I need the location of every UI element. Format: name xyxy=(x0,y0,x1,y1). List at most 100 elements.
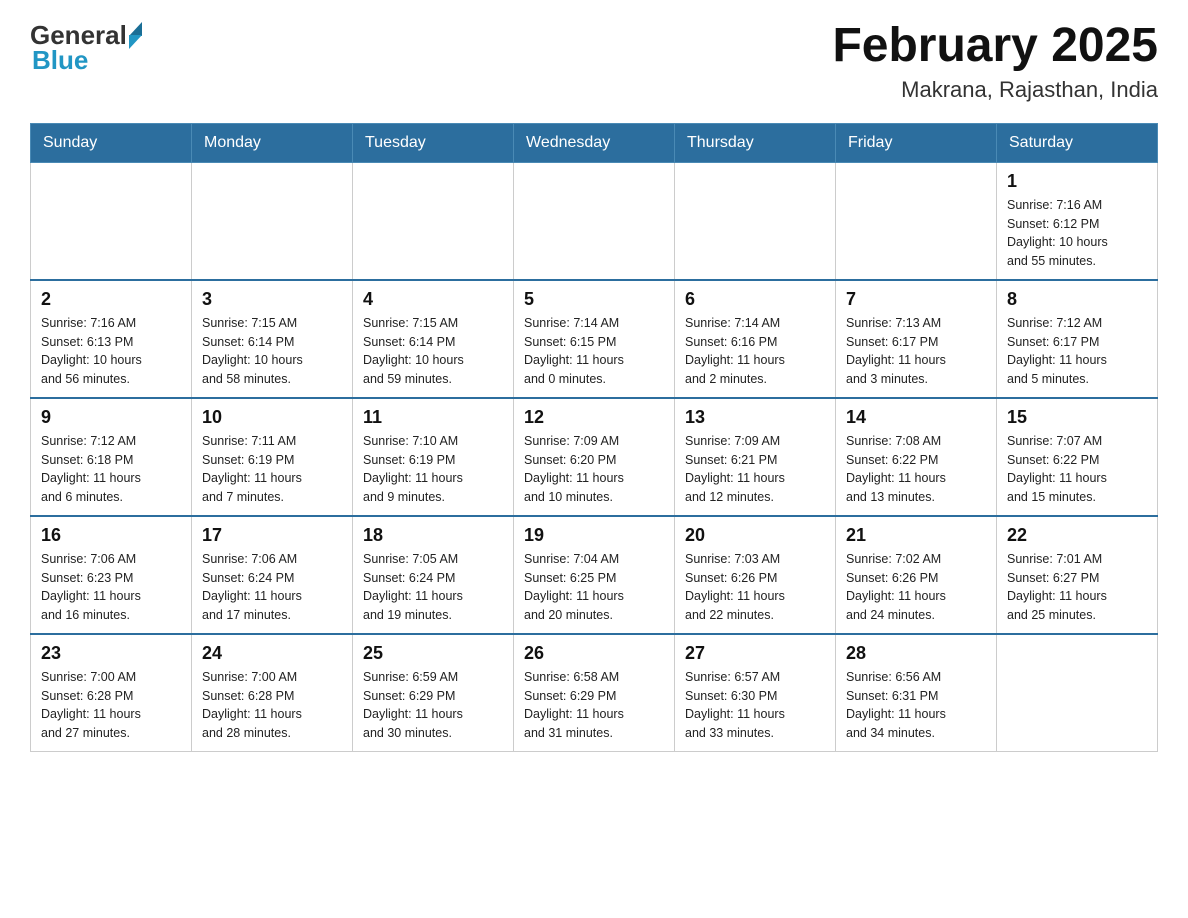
day-number: 14 xyxy=(846,407,986,428)
day-number: 13 xyxy=(685,407,825,428)
calendar-day-cell: 17 Sunrise: 7:06 AM Sunset: 6:24 PM Dayli… xyxy=(192,516,353,634)
calendar-day-cell: 1Sunrise: 7:16 AM Sunset: 6:12 PM Daylig… xyxy=(997,162,1158,280)
calendar-day-cell xyxy=(514,162,675,280)
day-number: 9 xyxy=(41,407,181,428)
day-info: Sunrise: 7:05 AM Sunset: 6:24 PM Dayligh… xyxy=(363,550,503,625)
day-info: Sunrise: 7:08 AM Sunset: 6:22 PM Dayligh… xyxy=(846,432,986,507)
calendar-week-row: 9 Sunrise: 7:12 AM Sunset: 6:18 PM Daylig… xyxy=(31,398,1158,516)
day-number: 23 xyxy=(41,643,181,664)
day-number: 21 xyxy=(846,525,986,546)
day-info: Sunrise: 6:56 AM Sunset: 6:31 PM Dayligh… xyxy=(846,668,986,743)
day-number: 27 xyxy=(685,643,825,664)
day-info: Sunrise: 6:58 AM Sunset: 6:29 PM Dayligh… xyxy=(524,668,664,743)
day-info: Sunrise: 7:11 AM Sunset: 6:19 PM Dayligh… xyxy=(202,432,342,507)
calendar-day-header: Monday xyxy=(192,123,353,162)
day-number: 24 xyxy=(202,643,342,664)
day-info: Sunrise: 7:14 AM Sunset: 6:16 PM Dayligh… xyxy=(685,314,825,389)
day-info: Sunrise: 7:07 AM Sunset: 6:22 PM Dayligh… xyxy=(1007,432,1147,507)
day-number: 17 xyxy=(202,525,342,546)
calendar-day-cell: 27 Sunrise: 6:57 AM Sunset: 6:30 PM Dayli… xyxy=(675,634,836,752)
calendar-day-cell: 25 Sunrise: 6:59 AM Sunset: 6:29 PM Dayli… xyxy=(353,634,514,752)
day-info: Sunrise: 7:00 AM Sunset: 6:28 PM Dayligh… xyxy=(41,668,181,743)
day-info: Sunrise: 6:57 AM Sunset: 6:30 PM Dayligh… xyxy=(685,668,825,743)
day-info: Sunrise: 7:12 AM Sunset: 6:18 PM Dayligh… xyxy=(41,432,181,507)
calendar-day-cell: 24 Sunrise: 7:00 AM Sunset: 6:28 PM Dayli… xyxy=(192,634,353,752)
day-number: 6 xyxy=(685,289,825,310)
calendar-day-header: Saturday xyxy=(997,123,1158,162)
day-info: Sunrise: 7:06 AM Sunset: 6:23 PM Dayligh… xyxy=(41,550,181,625)
day-number: 22 xyxy=(1007,525,1147,546)
calendar-day-header: Tuesday xyxy=(353,123,514,162)
calendar-day-cell: 20Sunrise: 7:03 AM Sunset: 6:26 PM Dayli… xyxy=(675,516,836,634)
calendar-day-cell: 6 Sunrise: 7:14 AM Sunset: 6:16 PM Daylig… xyxy=(675,280,836,398)
calendar-day-header: Sunday xyxy=(31,123,192,162)
calendar-day-cell: 16Sunrise: 7:06 AM Sunset: 6:23 PM Dayli… xyxy=(31,516,192,634)
calendar-day-cell: 9 Sunrise: 7:12 AM Sunset: 6:18 PM Daylig… xyxy=(31,398,192,516)
day-number: 28 xyxy=(846,643,986,664)
day-info: Sunrise: 7:06 AM Sunset: 6:24 PM Dayligh… xyxy=(202,550,342,625)
calendar-day-cell: 14 Sunrise: 7:08 AM Sunset: 6:22 PM Dayli… xyxy=(836,398,997,516)
page-header: General Blue February 2025 Makrana, Raja… xyxy=(30,20,1158,103)
location: Makrana, Rajasthan, India xyxy=(832,77,1158,103)
calendar-day-cell: 12Sunrise: 7:09 AM Sunset: 6:20 PM Dayli… xyxy=(514,398,675,516)
calendar-day-cell: 10 Sunrise: 7:11 AM Sunset: 6:19 PM Dayli… xyxy=(192,398,353,516)
calendar-day-header: Thursday xyxy=(675,123,836,162)
day-info: Sunrise: 7:15 AM Sunset: 6:14 PM Dayligh… xyxy=(202,314,342,389)
calendar-day-cell xyxy=(31,162,192,280)
calendar-week-row: 2Sunrise: 7:16 AM Sunset: 6:13 PM Daylig… xyxy=(31,280,1158,398)
logo: General Blue xyxy=(30,20,142,76)
calendar-header-row: SundayMondayTuesdayWednesdayThursdayFrid… xyxy=(31,123,1158,162)
logo-blue-text: Blue xyxy=(32,45,88,76)
day-info: Sunrise: 6:59 AM Sunset: 6:29 PM Dayligh… xyxy=(363,668,503,743)
calendar-day-cell: 4 Sunrise: 7:15 AM Sunset: 6:14 PM Daylig… xyxy=(353,280,514,398)
day-info: Sunrise: 7:04 AM Sunset: 6:25 PM Dayligh… xyxy=(524,550,664,625)
calendar-day-cell xyxy=(675,162,836,280)
day-info: Sunrise: 7:10 AM Sunset: 6:19 PM Dayligh… xyxy=(363,432,503,507)
month-title: February 2025 xyxy=(832,20,1158,73)
day-info: Sunrise: 7:15 AM Sunset: 6:14 PM Dayligh… xyxy=(363,314,503,389)
calendar-day-cell: 2Sunrise: 7:16 AM Sunset: 6:13 PM Daylig… xyxy=(31,280,192,398)
day-number: 7 xyxy=(846,289,986,310)
day-number: 10 xyxy=(202,407,342,428)
day-number: 2 xyxy=(41,289,181,310)
day-number: 8 xyxy=(1007,289,1147,310)
calendar-day-cell xyxy=(997,634,1158,752)
day-number: 3 xyxy=(202,289,342,310)
calendar-day-header: Wednesday xyxy=(514,123,675,162)
calendar-day-cell xyxy=(836,162,997,280)
day-number: 4 xyxy=(363,289,503,310)
calendar-week-row: 1Sunrise: 7:16 AM Sunset: 6:12 PM Daylig… xyxy=(31,162,1158,280)
calendar-day-cell xyxy=(192,162,353,280)
calendar-week-row: 16Sunrise: 7:06 AM Sunset: 6:23 PM Dayli… xyxy=(31,516,1158,634)
calendar-day-cell xyxy=(353,162,514,280)
day-number: 15 xyxy=(1007,407,1147,428)
day-info: Sunrise: 7:16 AM Sunset: 6:12 PM Dayligh… xyxy=(1007,196,1147,271)
calendar-day-cell: 3 Sunrise: 7:15 AM Sunset: 6:14 PM Daylig… xyxy=(192,280,353,398)
calendar-day-cell: 26 Sunrise: 6:58 AM Sunset: 6:29 PM Dayli… xyxy=(514,634,675,752)
day-info: Sunrise: 7:01 AM Sunset: 6:27 PM Dayligh… xyxy=(1007,550,1147,625)
calendar-day-cell: 22 Sunrise: 7:01 AM Sunset: 6:27 PM Dayli… xyxy=(997,516,1158,634)
calendar-day-cell: 5 Sunrise: 7:14 AM Sunset: 6:15 PM Daylig… xyxy=(514,280,675,398)
calendar-day-cell: 21Sunrise: 7:02 AM Sunset: 6:26 PM Dayli… xyxy=(836,516,997,634)
calendar-day-cell: 11 Sunrise: 7:10 AM Sunset: 6:19 PM Dayli… xyxy=(353,398,514,516)
day-info: Sunrise: 7:12 AM Sunset: 6:17 PM Dayligh… xyxy=(1007,314,1147,389)
day-info: Sunrise: 7:00 AM Sunset: 6:28 PM Dayligh… xyxy=(202,668,342,743)
day-number: 5 xyxy=(524,289,664,310)
day-number: 26 xyxy=(524,643,664,664)
day-number: 25 xyxy=(363,643,503,664)
day-info: Sunrise: 7:09 AM Sunset: 6:21 PM Dayligh… xyxy=(685,432,825,507)
calendar-table: SundayMondayTuesdayWednesdayThursdayFrid… xyxy=(30,123,1158,752)
day-info: Sunrise: 7:13 AM Sunset: 6:17 PM Dayligh… xyxy=(846,314,986,389)
day-number: 11 xyxy=(363,407,503,428)
calendar-day-header: Friday xyxy=(836,123,997,162)
title-block: February 2025 Makrana, Rajasthan, India xyxy=(832,20,1158,103)
calendar-day-cell: 28 Sunrise: 6:56 AM Sunset: 6:31 PM Dayli… xyxy=(836,634,997,752)
day-number: 18 xyxy=(363,525,503,546)
day-info: Sunrise: 7:14 AM Sunset: 6:15 PM Dayligh… xyxy=(524,314,664,389)
day-number: 12 xyxy=(524,407,664,428)
day-number: 19 xyxy=(524,525,664,546)
calendar-day-cell: 13 Sunrise: 7:09 AM Sunset: 6:21 PM Dayli… xyxy=(675,398,836,516)
calendar-day-cell: 18 Sunrise: 7:05 AM Sunset: 6:24 PM Dayli… xyxy=(353,516,514,634)
calendar-day-cell: 8 Sunrise: 7:12 AM Sunset: 6:17 PM Daylig… xyxy=(997,280,1158,398)
calendar-week-row: 23 Sunrise: 7:00 AM Sunset: 6:28 PM Dayli… xyxy=(31,634,1158,752)
